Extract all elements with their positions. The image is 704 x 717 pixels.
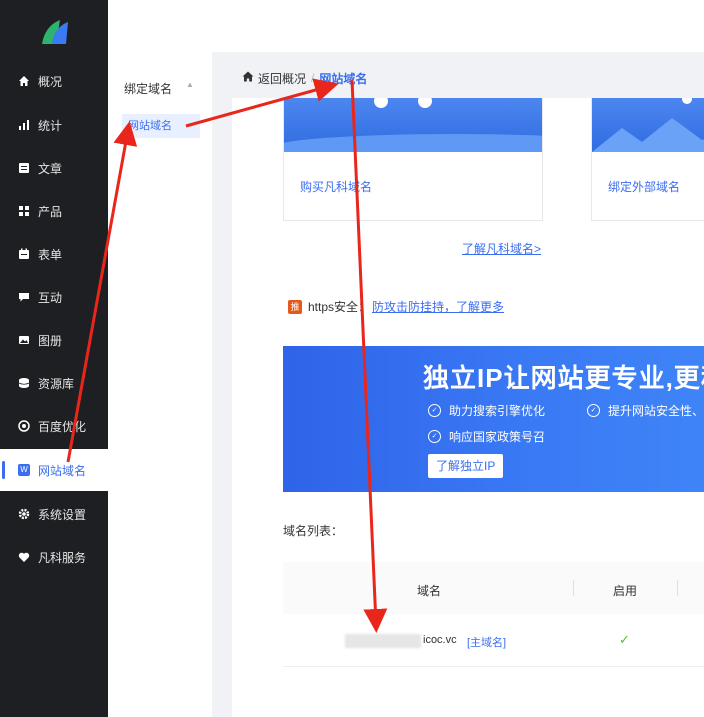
https-promo-row: 推 https安全： 防攻击防挂持，了解更多 bbox=[288, 298, 504, 315]
sub-sidebar: 绑定域名 ▲ 网站域名 bbox=[108, 52, 212, 717]
check-circle-icon: ✓ bbox=[428, 404, 441, 417]
subnav-group-title[interactable]: 绑定域名 bbox=[124, 80, 172, 97]
card-banner bbox=[284, 98, 542, 152]
promo-headline: 独立IP让网站更专业,更稳 bbox=[423, 363, 704, 393]
domain-table-header: 域名 启用 bbox=[283, 562, 704, 614]
sidebar-item-album[interactable]: 图册 bbox=[0, 319, 108, 361]
sidebar-item-label: 图册 bbox=[38, 333, 63, 348]
sidebar-item-domain[interactable]: W 网站域名 bbox=[0, 449, 108, 491]
check-circle-icon: ✓ bbox=[428, 430, 441, 443]
sidebar-item-interaction[interactable]: 互动 bbox=[0, 276, 108, 318]
breadcrumb-separator: / bbox=[311, 71, 315, 85]
gear-icon bbox=[18, 508, 30, 520]
sidebar-item-label: 百度优化 bbox=[38, 419, 87, 434]
learn-ip-button[interactable]: 了解独立IP bbox=[428, 454, 504, 478]
column-header-domain: 域名 bbox=[417, 584, 442, 598]
sidebar-item-form[interactable]: 表单 bbox=[0, 233, 108, 275]
breadcrumb: 返回概况 / 网站域名 bbox=[232, 58, 704, 98]
sidebar-item-service[interactable]: 凡科服务 bbox=[0, 536, 108, 578]
sidebar-item-overview[interactable]: 概况 bbox=[0, 60, 108, 102]
buy-domain-card[interactable]: 购买凡科域名 bbox=[283, 98, 543, 221]
seo-icon bbox=[18, 420, 30, 432]
sidebar-item-label: 凡科服务 bbox=[38, 550, 87, 565]
domain-icon: W bbox=[18, 464, 30, 476]
card-banner bbox=[592, 98, 704, 152]
product-icon bbox=[18, 205, 30, 217]
sidebar-item-label: 表单 bbox=[38, 247, 63, 262]
column-divider bbox=[573, 580, 574, 596]
sidebar-item-stats[interactable]: 统计 bbox=[0, 104, 108, 146]
sidebar-item-label: 产品 bbox=[38, 204, 63, 219]
domain-list-label: 域名列表： bbox=[283, 524, 344, 538]
breadcrumb-current: 网站域名 bbox=[319, 71, 368, 86]
check-circle-icon: ✓ bbox=[587, 404, 600, 417]
column-divider bbox=[677, 580, 678, 596]
active-indicator bbox=[2, 461, 5, 479]
heart-icon bbox=[18, 551, 30, 563]
stats-icon bbox=[18, 119, 30, 131]
dedicated-ip-banner[interactable]: 独立IP让网站更专业,更稳 ✓ 助力搜索引擎优化 ✓ 提升网站安全性、 ✓ 响应… bbox=[283, 346, 704, 492]
form-icon bbox=[18, 248, 30, 260]
main-sidebar: 概况 统计 文章 产品 表单 互动 图册 资源库 百度优化 W 网站域名 系统设… bbox=[0, 0, 108, 717]
recommend-badge: 推 bbox=[288, 299, 302, 314]
https-learn-link[interactable]: 防攻击防挂持，了解更多 bbox=[372, 298, 504, 315]
database-icon bbox=[18, 377, 30, 389]
sidebar-item-label: 网站域名 bbox=[38, 463, 87, 478]
promo-feature: ✓ 助力搜索引擎优化 bbox=[428, 402, 545, 419]
sidebar-item-resources[interactable]: 资源库 bbox=[0, 362, 108, 404]
sidebar-item-article[interactable]: 文章 bbox=[0, 147, 108, 189]
main-domain-tag: [主域名] bbox=[467, 637, 507, 649]
buy-domain-label[interactable]: 购买凡科域名 bbox=[300, 178, 372, 195]
sidebar-item-seo[interactable]: 百度优化 bbox=[0, 405, 108, 447]
learn-domain-link[interactable]: 了解凡科域名> bbox=[462, 240, 541, 257]
article-icon bbox=[18, 162, 30, 174]
bind-domain-label[interactable]: 绑定外部域名 bbox=[608, 178, 680, 195]
sidebar-item-label: 系统设置 bbox=[38, 507, 87, 522]
logo-icon bbox=[42, 20, 68, 44]
https-label: https安全： bbox=[308, 300, 371, 314]
enabled-check-icon: ✓ bbox=[619, 632, 630, 647]
chevron-up-icon[interactable]: ▲ bbox=[186, 80, 194, 89]
promo-feature: ✓ 提升网站安全性、 bbox=[587, 402, 704, 419]
column-header-enabled: 启用 bbox=[613, 584, 638, 598]
table-row: icoc.vc [主域名] ✓ bbox=[283, 614, 704, 667]
top-header bbox=[108, 0, 704, 52]
sidebar-item-label: 文章 bbox=[38, 161, 63, 176]
sidebar-item-label: 互动 bbox=[38, 290, 63, 305]
sidebar-item-label: 概况 bbox=[38, 74, 63, 89]
domain-badge: W bbox=[18, 464, 30, 476]
bind-domain-card[interactable]: 绑定外部域名 bbox=[591, 98, 704, 221]
domain-value: icoc.vc bbox=[423, 634, 457, 646]
breadcrumb-back-link[interactable]: 返回概况 bbox=[258, 70, 306, 87]
sidebar-item-label: 资源库 bbox=[38, 376, 75, 391]
home-icon bbox=[18, 75, 30, 87]
home-icon[interactable] bbox=[242, 71, 254, 85]
subnav-item-website-domain[interactable]: 网站域名 bbox=[122, 114, 200, 138]
sidebar-item-settings[interactable]: 系统设置 bbox=[0, 493, 108, 535]
sidebar-item-product[interactable]: 产品 bbox=[0, 190, 108, 232]
promo-feature: ✓ 响应国家政策号召 bbox=[428, 428, 545, 445]
redacted-domain-prefix bbox=[345, 634, 421, 648]
sidebar-item-label: 统计 bbox=[38, 118, 63, 133]
chat-icon bbox=[18, 291, 30, 303]
album-icon bbox=[18, 334, 30, 346]
main-content: 购买凡科域名 绑定外部域名 了解凡科域名> 推 https安全： 防攻击防挂持，… bbox=[232, 98, 704, 717]
